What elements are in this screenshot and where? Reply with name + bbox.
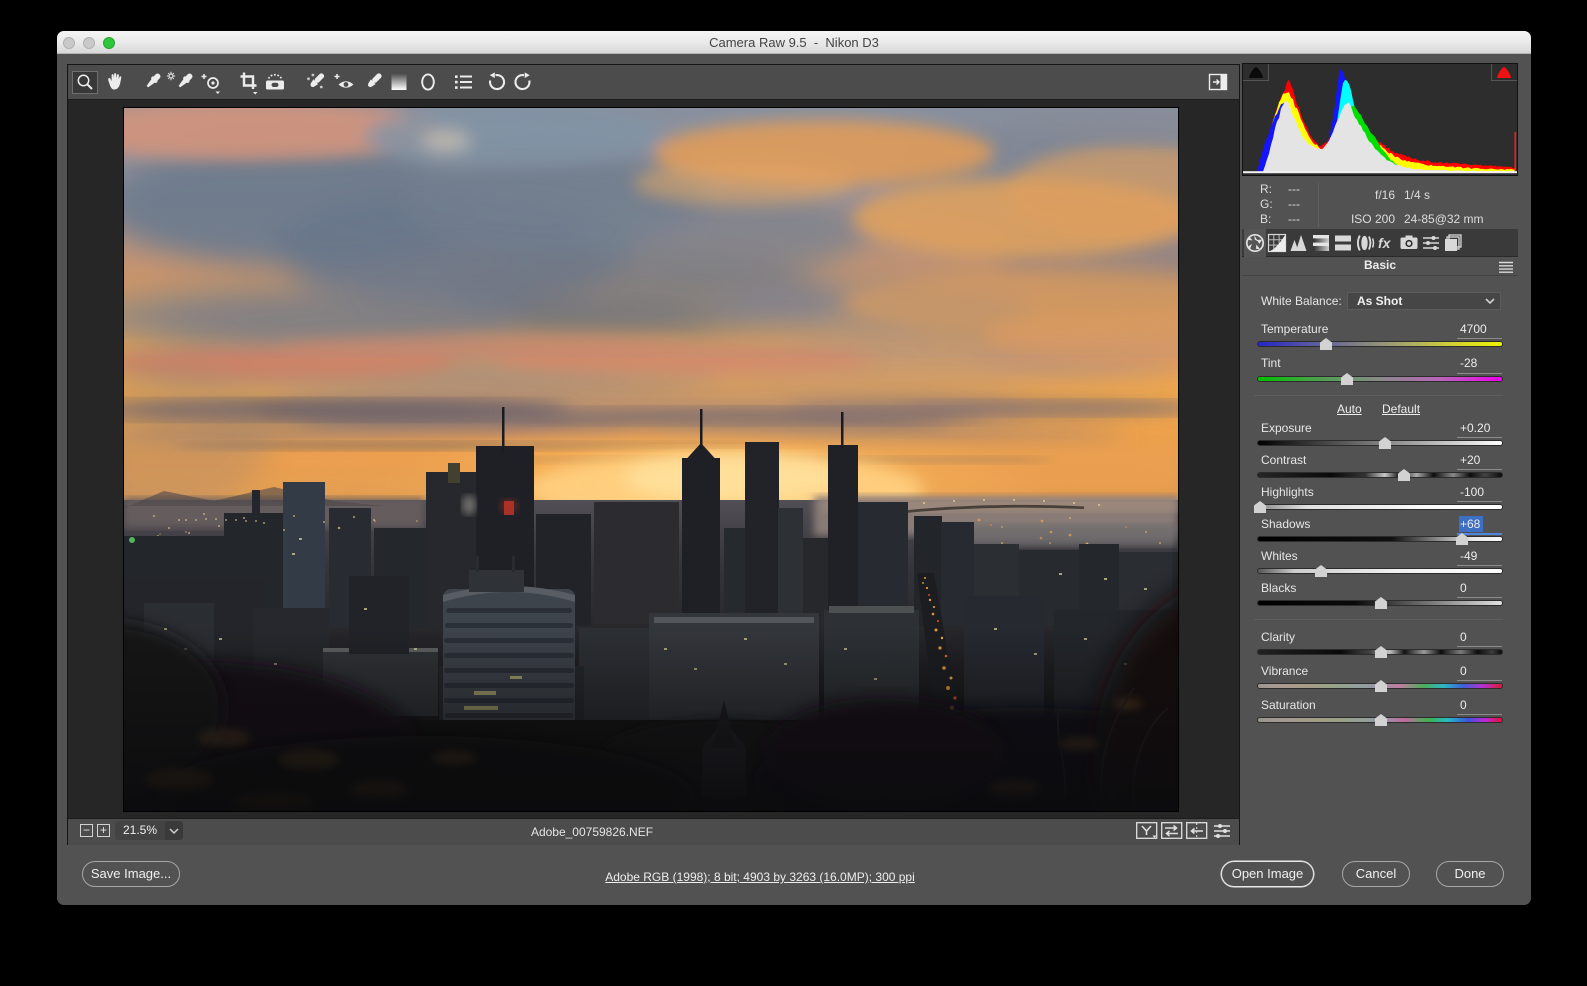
svg-text:fx: fx <box>1378 235 1392 251</box>
